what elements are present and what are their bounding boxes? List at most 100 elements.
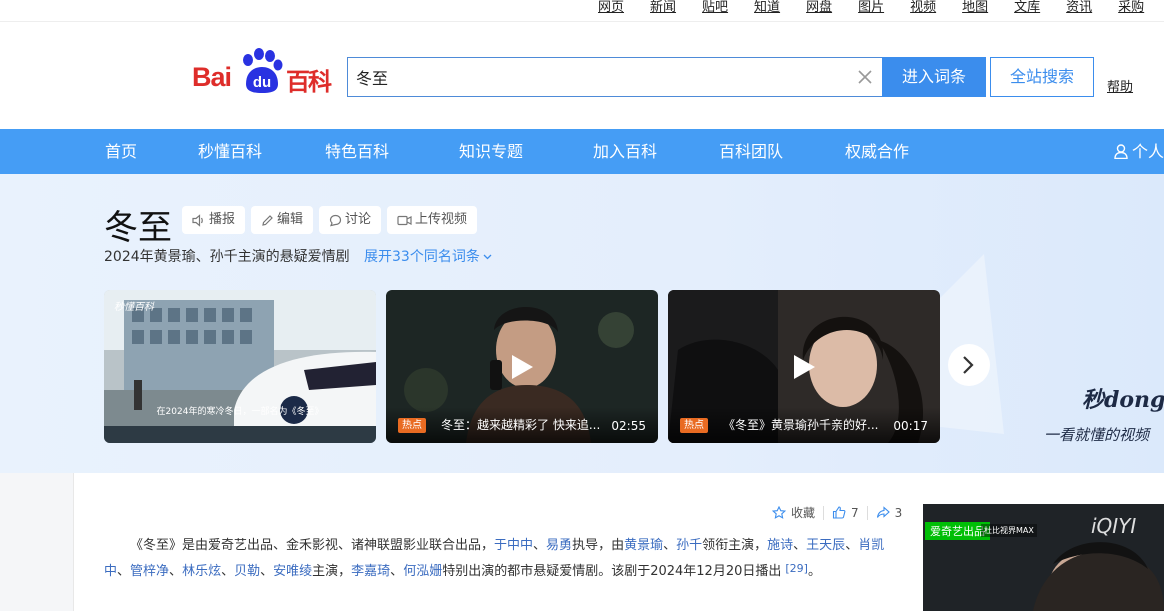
video-card-1[interactable]: 秒懂百科 在2024年的寒冷冬日，一部名为《冬至》 — [104, 290, 376, 443]
video-2-title: 冬至：越来越精彩了 快来追... — [441, 418, 601, 432]
top-link-purchase[interactable]: 采购 — [1118, 0, 1144, 16]
nav-item-featured[interactable]: 特色百科 — [325, 129, 389, 174]
enter-entry-button[interactable]: 进入词条 — [882, 57, 986, 97]
user-icon — [1114, 144, 1128, 160]
text-segment: 、 — [117, 564, 131, 579]
clear-icon[interactable] — [856, 68, 874, 86]
side-video-ad[interactable]: 爱奇艺出品 杜比视界MAX iQIYI — [923, 504, 1164, 611]
share-count: 3 — [894, 505, 903, 520]
top-link-video[interactable]: 视频 — [910, 0, 936, 16]
top-link-pan[interactable]: 网盘 — [806, 0, 832, 16]
chat-bubble-icon — [329, 214, 342, 226]
text-segment: 、 — [663, 538, 677, 553]
link-actor-sun[interactable]: 孙千 — [676, 538, 702, 553]
top-link-web[interactable]: 网页 — [598, 0, 624, 16]
text-segment: 、 — [533, 538, 547, 553]
speaker-icon — [192, 213, 203, 227]
nav-item-team[interactable]: 百科团队 — [719, 129, 783, 174]
entry-subtitle: 2024年黄景瑜、孙千主演的悬疑爱情剧 — [104, 249, 350, 265]
entry-tools: 收藏 7 3 — [772, 504, 902, 521]
entry-hero: 冬至 播报 编辑 讨论 上传视频 2024年黄景瑜、孙千主演的悬疑爱情剧 展开3… — [0, 174, 1164, 473]
top-link-wenku[interactable]: 文库 — [1014, 0, 1040, 16]
text-segment: 、 — [845, 538, 859, 553]
share-button[interactable]: 3 — [876, 505, 903, 520]
nav-item-join[interactable]: 加入百科 — [593, 129, 657, 174]
link-actor-he[interactable]: 何泓姗 — [403, 564, 442, 579]
broadcast-label: 播报 — [209, 212, 236, 227]
top-link-zhidao[interactable]: 知道 — [754, 0, 780, 16]
top-link-tieba[interactable]: 贴吧 — [702, 0, 728, 16]
link-director-yu[interactable]: 于中中 — [494, 538, 533, 553]
reference-link[interactable]: [29] — [785, 562, 808, 575]
link-actor-wang[interactable]: 王天辰 — [806, 538, 845, 553]
upload-video-label: 上传视频 — [415, 212, 468, 227]
link-director-yi[interactable]: 易勇 — [546, 538, 572, 553]
text-segment: 、 — [260, 564, 274, 579]
video-3-title: 《冬至》黄景瑜孙千亲的好... — [723, 418, 879, 432]
link-actor-lin[interactable]: 林乐炫 — [182, 564, 221, 579]
top-link-map[interactable]: 地图 — [962, 0, 988, 16]
top-link-info[interactable]: 资讯 — [1066, 0, 1092, 16]
link-actor-guan[interactable]: 管梓净 — [130, 564, 169, 579]
link-actor-shi[interactable]: 施诗 — [767, 538, 793, 553]
top-link-image[interactable]: 图片 — [858, 0, 884, 16]
main-nav: 首页 秒懂百科 特色百科 知识专题 加入百科 百科团队 权威合作 个人 — [0, 129, 1164, 174]
help-link[interactable]: 帮助 — [1107, 76, 1133, 95]
play-icon — [512, 355, 533, 379]
video-3-duration: 00:17 — [893, 419, 928, 433]
star-icon — [772, 506, 786, 519]
link-actor-huang[interactable]: 黄景瑜 — [624, 538, 663, 553]
favorite-button[interactable]: 收藏 — [772, 504, 815, 521]
edit-label: 编辑 — [277, 212, 304, 227]
chevron-right-icon — [963, 356, 974, 374]
discuss-button[interactable]: 讨论 — [319, 206, 382, 234]
link-actor-beile[interactable]: 贝勒 — [234, 564, 260, 579]
broadcast-button[interactable]: 播报 — [182, 206, 246, 234]
miaodong-slogan: 一看就懂的视频 — [1044, 426, 1150, 444]
divider — [823, 505, 825, 520]
summary-paragraph: 《冬至》是由爱奇艺出品、金禾影视、诸神联盟影业联合出品，于中中、易勇执导，由黄景… — [104, 534, 894, 583]
favorite-label: 收藏 — [791, 506, 816, 520]
top-link-news[interactable]: 新闻 — [650, 0, 676, 16]
pencil-icon — [262, 214, 273, 226]
site-search-button[interactable]: 全站搜索 — [990, 57, 1094, 97]
text-segment: 。 — [807, 564, 821, 579]
video-card-3[interactable]: 热点 《冬至》黄景瑜孙千亲的好... 00:17 — [668, 290, 940, 443]
like-button[interactable]: 7 — [832, 506, 859, 520]
nav-item-home[interactable]: 首页 — [105, 129, 137, 174]
video-1-brand: 秒懂百科 — [114, 302, 154, 313]
search-input[interactable] — [348, 58, 828, 96]
upload-video-button[interactable]: 上传视频 — [387, 206, 478, 234]
nav-user[interactable]: 个人 — [1114, 129, 1164, 174]
carousel-next-button[interactable] — [948, 344, 990, 386]
video-card-2[interactable]: 热点 冬至：越来越精彩了 快来追... 02:55 — [386, 290, 658, 443]
expand-homonyms-link[interactable]: 展开33个同名词条 — [364, 246, 492, 266]
link-actor-an[interactable]: 安唯绫 — [273, 564, 312, 579]
link-actor-li[interactable]: 李嘉琦 — [351, 564, 390, 579]
text-segment: 、 — [793, 538, 807, 553]
nav-item-miaodong[interactable]: 秒懂百科 — [198, 129, 262, 174]
text-segment: 、 — [169, 564, 183, 579]
like-count: 7 — [851, 505, 859, 520]
baidu-baike-logo[interactable]: Bai du 百科 — [192, 48, 334, 96]
text-segment: 、 — [390, 564, 404, 579]
logo-du-text: du — [253, 74, 271, 91]
nav-item-topics[interactable]: 知识专题 — [459, 129, 523, 174]
text-segment: 《冬至》是由爱奇艺出品、金禾影视、诸神联盟影业联合出品， — [130, 538, 495, 553]
chevron-down-icon — [483, 254, 492, 260]
top-nav-links: 网页 新闻 贴吧 知道 网盘 图片 视频 地图 文库 资讯 采购 — [598, 0, 1164, 16]
text-segment: 领衔主演， — [702, 538, 768, 553]
share-icon — [876, 506, 890, 518]
entry-actions: 播报 编辑 讨论 上传视频 — [182, 206, 483, 234]
left-sidebar — [0, 473, 74, 611]
video-2-hot-badge: 热点 — [398, 418, 426, 433]
miaodong-logo: 秒dong百 — [1082, 387, 1164, 413]
video-1-subtitle-line: 在2024年的寒冷冬日，一部名为《冬至》 — [156, 407, 324, 417]
search-box — [347, 57, 883, 97]
play-icon — [794, 355, 815, 379]
thumbs-up-icon — [832, 506, 846, 519]
nav-item-cooperation[interactable]: 权威合作 — [845, 129, 909, 174]
edit-button[interactable]: 编辑 — [251, 206, 314, 234]
nav-user-label: 个人 — [1132, 142, 1164, 161]
iqiyi-logo: iQIYI — [1091, 514, 1137, 538]
